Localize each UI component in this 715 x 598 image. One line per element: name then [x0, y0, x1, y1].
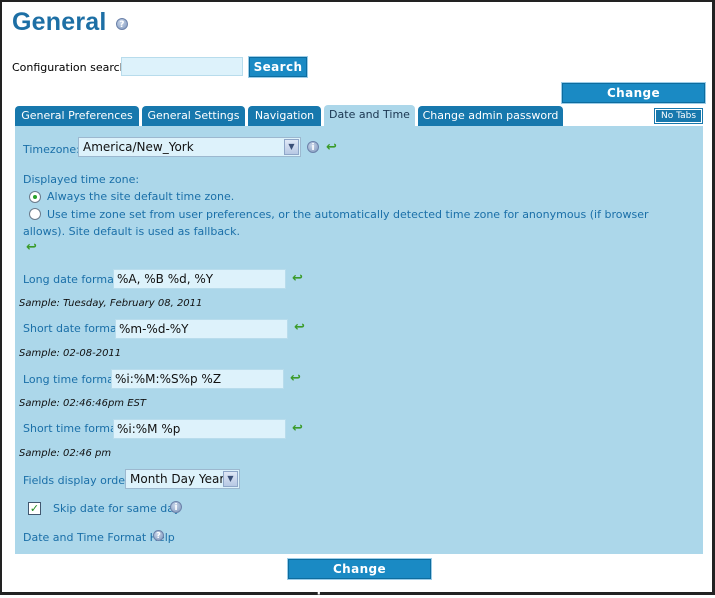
- page-title: General ?: [12, 8, 128, 37]
- change-preferences-button-bottom[interactable]: Change preferences: [287, 558, 432, 595]
- tab-change-admin-password[interactable]: Change admin password: [418, 106, 563, 126]
- tab-date-and-time[interactable]: Date and Time: [324, 105, 415, 126]
- help-icon[interactable]: ?: [116, 18, 128, 30]
- reset-icon[interactable]: ↩: [326, 141, 340, 154]
- help-icon[interactable]: ?: [153, 530, 164, 541]
- short-time-sample: Sample: 02:46 pm: [19, 448, 112, 459]
- info-icon[interactable]: i: [307, 141, 319, 153]
- reset-icon[interactable]: ↩: [290, 372, 304, 385]
- timezone-label: Timezone:: [23, 143, 80, 156]
- long-time-label: Long time format:: [23, 373, 122, 386]
- reset-icon[interactable]: ↩: [294, 321, 308, 334]
- skip-date-label: Skip date for same day: [53, 502, 181, 515]
- tab-navigation[interactable]: Navigation: [248, 106, 321, 126]
- short-time-input[interactable]: %i:%M %p: [113, 419, 286, 439]
- reset-icon[interactable]: ↩: [292, 422, 306, 435]
- radio-site-default[interactable]: [29, 191, 41, 203]
- long-date-sample: Sample: Tuesday, February 08, 2011: [19, 298, 203, 309]
- change-preferences-button-top[interactable]: Change preferences: [561, 82, 706, 119]
- tab-general-settings[interactable]: General Settings: [142, 106, 245, 126]
- short-time-label: Short time format:: [23, 422, 125, 435]
- long-date-label: Long date format:: [23, 273, 122, 286]
- long-date-input[interactable]: %A, %B %d, %Y: [113, 269, 286, 289]
- tab-general-preferences[interactable]: General Preferences: [15, 106, 139, 126]
- page-title-text: General: [12, 8, 107, 36]
- chevron-down-icon: ▼: [284, 139, 299, 155]
- fields-order-value: Month Day Year: [130, 472, 225, 486]
- search-button[interactable]: Search: [248, 56, 308, 78]
- timezone-value: America/New_York: [83, 140, 194, 154]
- long-time-input[interactable]: %i:%M:%S%p %Z: [111, 369, 284, 389]
- displayed-timezone-label: Displayed time zone:: [23, 173, 140, 186]
- reset-icon[interactable]: ↩: [26, 241, 40, 254]
- radio-site-default-label: Always the site default time zone.: [47, 190, 235, 203]
- skip-date-checkbox[interactable]: ✓: [28, 502, 41, 515]
- long-time-sample: Sample: 02:46:46pm EST: [19, 398, 146, 409]
- format-help-link[interactable]: Date and Time Format Help: [23, 531, 175, 544]
- config-search-input[interactable]: [121, 57, 243, 76]
- fields-order-label: Fields display order:: [23, 474, 134, 487]
- chevron-down-icon: ▼: [223, 471, 238, 487]
- radio-user-preferences-label: Use time zone set from user preferences,…: [23, 208, 649, 238]
- short-date-sample: Sample: 02-08-2011: [19, 348, 122, 359]
- format-help-link-text[interactable]: Date and Time Format Help: [23, 531, 175, 544]
- info-icon[interactable]: i: [170, 501, 182, 513]
- timezone-select[interactable]: America/New_York ▼: [78, 137, 301, 157]
- short-date-label: Short date format:: [23, 322, 125, 335]
- reset-icon[interactable]: ↩: [292, 272, 306, 285]
- no-tabs-button[interactable]: No Tabs: [654, 108, 703, 124]
- config-search-label: Configuration search:: [12, 61, 131, 74]
- fields-order-select[interactable]: Month Day Year ▼: [125, 469, 240, 489]
- short-date-input[interactable]: %m-%d-%Y: [115, 319, 288, 339]
